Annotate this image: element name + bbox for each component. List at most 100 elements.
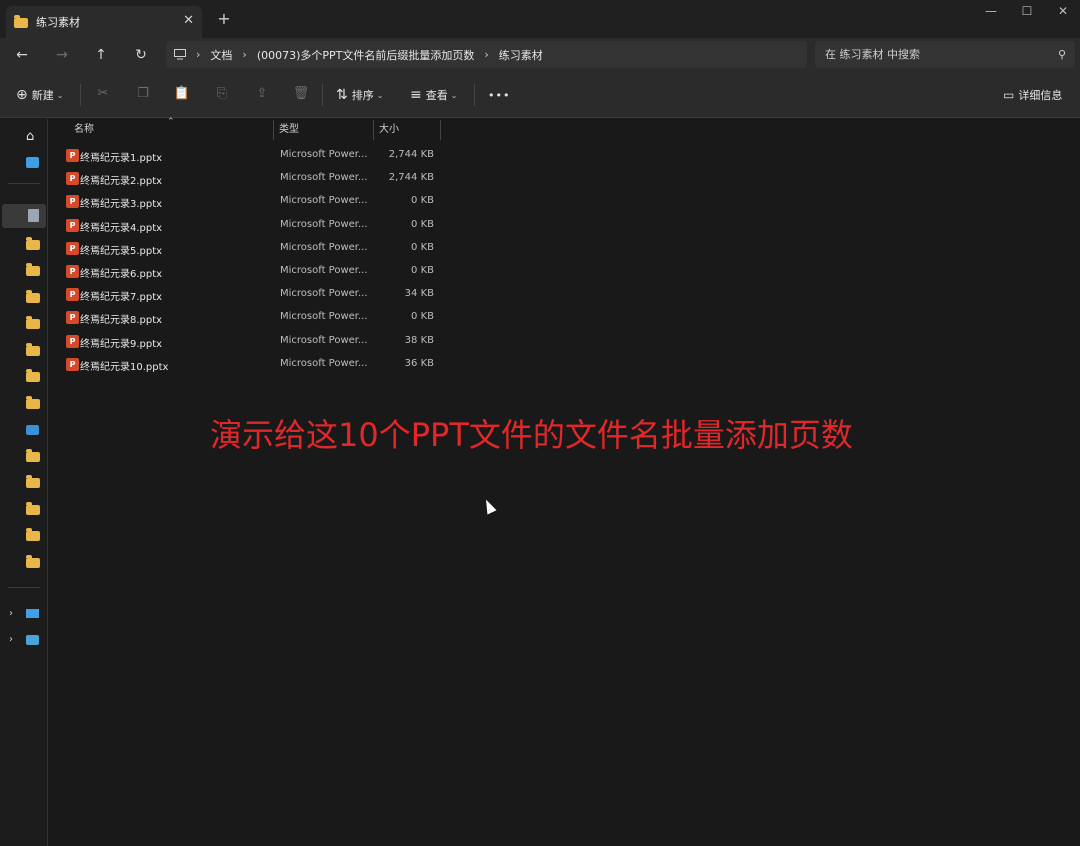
file-type: Microsoft Power... [280,218,368,230]
copy-icon[interactable]: ❐ [134,86,152,104]
file-row[interactable]: P 终焉纪元录4.pptx Microsoft Power... 0 KB [62,214,442,237]
document-icon [28,209,39,222]
more-options-button[interactable]: ••• [488,84,510,106]
chevron-right-icon[interactable]: › [9,634,13,645]
column-divider[interactable] [273,120,274,140]
cut-icon[interactable]: ✂ [94,86,112,104]
breadcrumb-separator: › [196,48,201,61]
sidebar-item-folder[interactable] [26,263,42,279]
breadcrumb-item-project[interactable]: (00073)多个PPT文件名前后缀批量添加页数 [257,47,475,63]
file-row[interactable]: P 终焉纪元录5.pptx Microsoft Power... 0 KB [62,237,442,260]
tab-title: 练习素材 [36,16,80,29]
sort-button[interactable]: ⇅ 排序 ⌄ [336,84,383,106]
file-type: Microsoft Power... [280,241,368,253]
file-size: 0 KB [411,195,434,207]
close-window-button[interactable]: ✕ [1048,4,1078,18]
home-icon[interactable]: ⌂ [26,129,42,145]
file-type: Microsoft Power... [280,311,368,323]
sidebar-item-folder[interactable] [26,343,42,359]
sidebar-item-folder[interactable] [26,396,42,412]
sidebar-item-folder[interactable] [26,237,42,253]
powerpoint-file-icon: P [66,311,79,325]
sidebar-item-pictures[interactable] [26,422,42,438]
search-input[interactable]: 在 练习素材 中搜索 ⚲ [815,41,1075,68]
sidebar-item-folder[interactable] [26,502,42,518]
powerpoint-file-icon: P [66,172,79,186]
file-row[interactable]: P 终焉纪元录10.pptx Microsoft Power... 36 KB [62,353,442,376]
view-button[interactable]: ≡ 查看 ⌄ [410,84,457,106]
folder-icon [14,15,28,28]
gallery-icon[interactable] [26,155,42,171]
file-row[interactable]: P 终焉纪元录6.pptx Microsoft Power... 0 KB [62,260,442,283]
new-button[interactable]: ⊕ 新建 ⌄ [16,84,63,106]
column-header-size[interactable]: 大小 [379,120,399,140]
sidebar-item-folder[interactable] [26,316,42,332]
folder-icon [26,475,40,488]
folder-icon [26,290,40,303]
sidebar-item-folder[interactable] [26,475,42,491]
powerpoint-file-icon: P [66,265,79,278]
file-name: 终焉纪元录8.pptx [80,315,163,327]
chevron-down-icon: ⌄ [376,90,384,100]
sidebar-item-folder[interactable] [26,528,42,544]
folder-icon [26,343,40,356]
folder-icon [26,369,40,382]
sidebar-item-folder[interactable] [26,290,42,306]
address-bar[interactable]: › 文档 › (00073)多个PPT文件名前后缀批量添加页数 › 练习素材 [166,41,807,68]
folder-icon [26,555,40,568]
file-name: 终焉纪元录2.pptx [80,176,163,188]
powerpoint-file-icon: P [66,218,79,232]
file-row[interactable]: P 终焉纪元录8.pptx Microsoft Power... 0 KB [62,306,442,329]
file-row[interactable]: P 终焉纪元录7.pptx Microsoft Power... 34 KB [62,283,442,306]
breadcrumb-item-current[interactable]: 练习素材 [499,47,543,63]
sidebar-item-folder[interactable] [26,555,42,571]
column-divider[interactable] [440,120,441,140]
pictures-icon [26,425,39,435]
file-name: 终焉纪元录10.pptx [80,361,169,373]
breadcrumb-separator: › [242,48,247,61]
file-size: 0 KB [411,265,434,276]
sidebar-item-network[interactable] [26,633,42,649]
overlay-caption: 演示给这10个PPT文件的文件名批量添加页数 [210,416,853,454]
address-row: ← → ↑ ↻ › 文档 › (00073)多个PPT文件名前后缀批量添加页数 … [0,38,1080,72]
view-list-icon: ≡ [410,87,422,103]
sidebar-item-documents[interactable] [2,204,46,228]
back-button[interactable]: ← [11,45,33,65]
share-icon[interactable]: ⇪ [253,86,271,104]
chevron-right-icon[interactable]: › [9,608,13,619]
new-label: 新建 [31,89,54,102]
tab-close-icon[interactable]: ✕ [183,13,194,28]
tab-current-folder[interactable]: 练习素材 ✕ [6,6,202,38]
chevron-down-icon: ⌄ [450,90,458,100]
folder-icon [26,449,40,462]
delete-icon[interactable]: 🗑 [292,86,310,104]
up-button[interactable]: ↑ [90,45,112,65]
search-placeholder: 在 练习素材 中搜索 [825,48,920,61]
column-header-type[interactable]: 类型 [279,120,299,140]
rename-icon[interactable]: ⎘ [213,86,231,104]
file-type: Microsoft Power... [280,195,368,207]
sidebar-item-folder[interactable] [26,369,42,385]
details-pane-button[interactable]: ▭ 详细信息 [1003,84,1062,106]
column-header-name[interactable]: 名称 [74,120,94,140]
forward-button[interactable]: → [51,45,73,65]
file-name: 终焉纪元录3.pptx [80,199,163,211]
file-row[interactable]: P 终焉纪元录3.pptx Microsoft Power... 0 KB [62,190,442,213]
chevron-down-icon: ⌄ [56,90,64,100]
refresh-button[interactable]: ↻ [130,45,152,65]
breadcrumb-item-documents[interactable]: 文档 [210,47,232,63]
sidebar-item-folder[interactable] [26,449,42,465]
column-divider[interactable] [373,120,374,140]
file-type: Microsoft Power... [280,265,368,276]
file-row[interactable]: P 终焉纪元录1.pptx Microsoft Power... 2,744 KB [62,144,442,167]
maximize-button[interactable]: ☐ [1012,4,1042,18]
minimize-button[interactable]: — [976,4,1006,18]
new-tab-button[interactable]: + [214,9,234,28]
powerpoint-file-icon: P [66,241,79,255]
sidebar-item-this-pc[interactable] [26,607,42,623]
divider [474,84,475,106]
file-row[interactable]: P 终焉纪元录9.pptx Microsoft Power... 38 KB [62,330,442,353]
file-row[interactable]: P 终焉纪元录2.pptx Microsoft Power... 2,744 KB [62,167,442,190]
paste-icon[interactable]: 📋 [173,86,191,104]
file-size: 0 KB [411,311,434,323]
